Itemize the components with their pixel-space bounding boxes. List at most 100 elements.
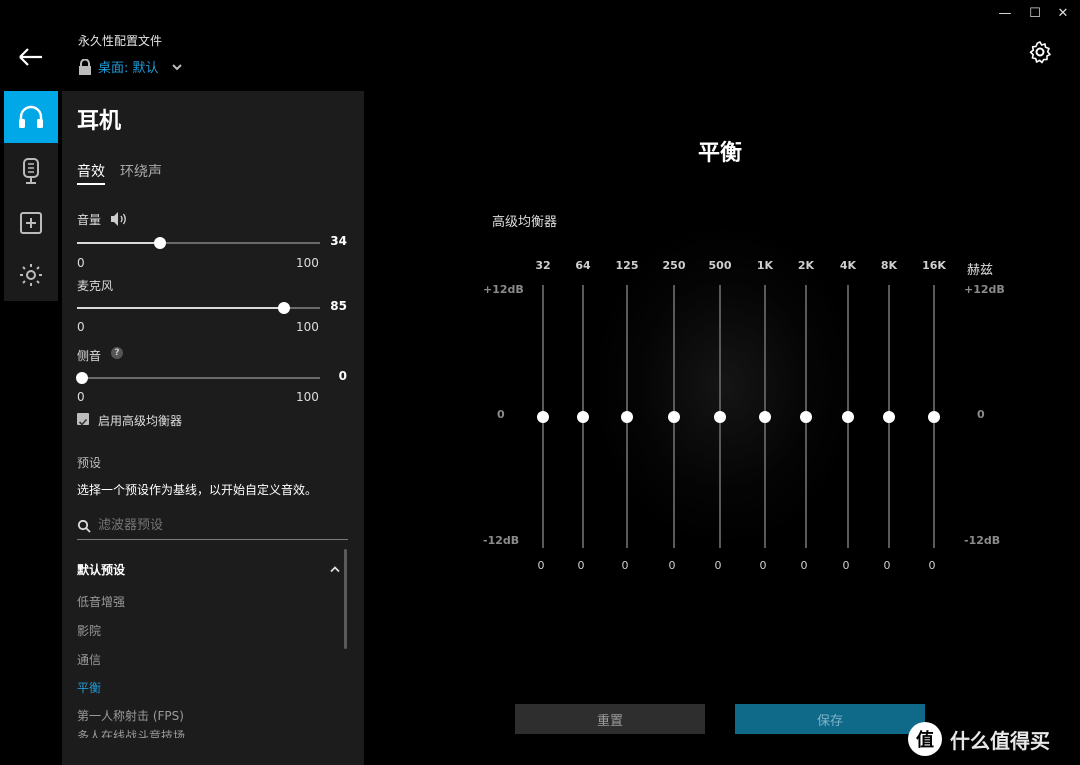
eq-band-frequency: 500 (708, 259, 732, 272)
volume-label: 音量 (77, 213, 102, 227)
eq-band-frequency: 64 (575, 259, 591, 272)
settings-panel: 耳机 音效 环绕声 音量 34 0 100 麦克风 85 0 100 侧音 ? … (62, 91, 364, 765)
chevron-down-icon (171, 63, 182, 70)
preset-item-selected[interactable]: 平衡 (77, 679, 101, 696)
search-icon (77, 519, 91, 533)
profile-selector[interactable]: 桌面: 默认 (78, 57, 183, 76)
reset-button[interactable]: 重置 (515, 704, 705, 734)
mic-min: 0 (77, 320, 85, 334)
mic-slider-fill (77, 307, 284, 309)
minimize-button[interactable]: — (995, 6, 1015, 21)
preset-item[interactable]: 影院 (77, 622, 101, 639)
mic-max: 100 (296, 320, 319, 334)
eq-band-thumb[interactable] (537, 410, 549, 423)
advanced-eq-checkbox[interactable] (77, 413, 89, 426)
sidetone-min: 0 (77, 390, 85, 404)
volume-slider-fill (77, 242, 160, 244)
db-top-right: +12dB (964, 283, 1005, 296)
profile-title: 永久性配置文件 (78, 34, 163, 48)
db-mid-right: 0 (977, 408, 985, 421)
volume-max: 100 (296, 256, 319, 270)
watermark-text: 什么值得买 (950, 728, 1050, 753)
save-button[interactable]: 保存 (735, 704, 925, 734)
eq-band-thumb[interactable] (668, 410, 680, 423)
panel-title: 耳机 (77, 109, 122, 134)
preset-item[interactable]: 通信 (77, 651, 101, 668)
preset-item[interactable]: 多人在线战斗竞技场 (77, 729, 185, 738)
eq-band-gain: 0 (621, 559, 629, 572)
eq-band-frequency: 2K (797, 259, 815, 272)
profile-name: 桌面: 默认 (98, 61, 159, 76)
gear-icon (1029, 41, 1051, 64)
microphone-icon (23, 158, 39, 184)
nav-assign[interactable] (4, 197, 58, 249)
eq-band-gain: 0 (759, 559, 767, 572)
eq-band-thumb[interactable] (883, 410, 895, 423)
sidetone-max: 100 (296, 390, 319, 404)
eq-band-gain: 0 (537, 559, 545, 572)
eq-band-frequency: 125 (615, 259, 639, 272)
maximize-button[interactable]: ☐ (1025, 6, 1045, 21)
presets-scrollbar[interactable] (344, 549, 347, 649)
preset-item[interactable]: 低音增强 (77, 593, 125, 610)
volume-slider-thumb[interactable] (153, 237, 166, 249)
plus-box-icon (20, 212, 42, 234)
eq-band-gain: 0 (577, 559, 585, 572)
presets-heading: 预设 (77, 456, 102, 470)
search-underline (77, 539, 348, 540)
eq-band-frequency: 1K (756, 259, 774, 272)
close-button[interactable]: ✕ (1053, 6, 1073, 21)
eq-band-frequency: 8K (880, 259, 898, 272)
frequency-unit: 赫兹 (967, 263, 994, 278)
nav-headset[interactable] (4, 91, 58, 143)
device-nav (4, 91, 58, 301)
mic-slider-thumb[interactable] (277, 302, 290, 314)
headset-icon (19, 105, 43, 128)
db-bottom-right: -12dB (964, 534, 1001, 547)
mic-slider[interactable] (77, 302, 320, 314)
eq-band-thumb[interactable] (759, 410, 771, 423)
nav-microphone[interactable] (4, 145, 58, 197)
eq-band-gain: 0 (883, 559, 891, 572)
sidetone-label: 侧音 (77, 349, 102, 363)
eq-band-thumb[interactable] (800, 410, 812, 423)
eq-band-thumb[interactable] (928, 410, 940, 423)
back-button[interactable] (16, 44, 46, 70)
default-presets-header[interactable]: 默认预设 (77, 561, 125, 578)
db-bottom-left: -12dB (483, 534, 520, 547)
tab-sound-effects[interactable]: 音效 (77, 161, 105, 185)
eq-band-frequency: 32 (535, 259, 551, 272)
db-top-left: +12dB (483, 283, 524, 296)
chevron-up-icon[interactable] (329, 565, 341, 573)
sidetone-value: 0 (338, 369, 347, 383)
eq-band-gain: 0 (714, 559, 722, 572)
speaker-icon (111, 212, 126, 226)
preset-item[interactable]: 第一人称射击 (FPS) (77, 707, 184, 724)
eq-band-thumb[interactable] (842, 410, 854, 423)
lighting-icon (20, 264, 42, 286)
help-icon[interactable]: ? (111, 347, 123, 359)
eq-preset-title: 平衡 (697, 141, 742, 166)
preset-search-input[interactable] (98, 515, 338, 535)
checkmark-icon (78, 418, 88, 426)
presets-hint: 选择一个预设作为基线，以开始自定义音效。 (77, 483, 318, 497)
eq-band-gain: 0 (928, 559, 936, 572)
mic-label: 麦克风 (77, 279, 114, 293)
eq-band-gain: 0 (800, 559, 808, 572)
eq-band-thumb[interactable] (577, 410, 589, 423)
eq-band-thumb[interactable] (714, 410, 726, 423)
settings-button[interactable] (1028, 40, 1052, 64)
volume-slider[interactable] (77, 237, 320, 249)
eq-band-thumb[interactable] (621, 410, 633, 423)
eq-band-frequency: 250 (662, 259, 686, 272)
sidetone-slider[interactable] (76, 372, 320, 384)
eq-band-frequency: 4K (839, 259, 857, 272)
lock-icon (79, 58, 91, 75)
nav-lighting[interactable] (4, 249, 58, 301)
watermark-badge: 值 (908, 722, 942, 756)
sidetone-slider-thumb[interactable] (76, 372, 88, 384)
tab-surround[interactable]: 环绕声 (120, 161, 162, 181)
volume-min: 0 (77, 256, 85, 270)
eq-band-gain: 0 (842, 559, 850, 572)
site-watermark: 值 什么值得买 (908, 722, 1050, 756)
